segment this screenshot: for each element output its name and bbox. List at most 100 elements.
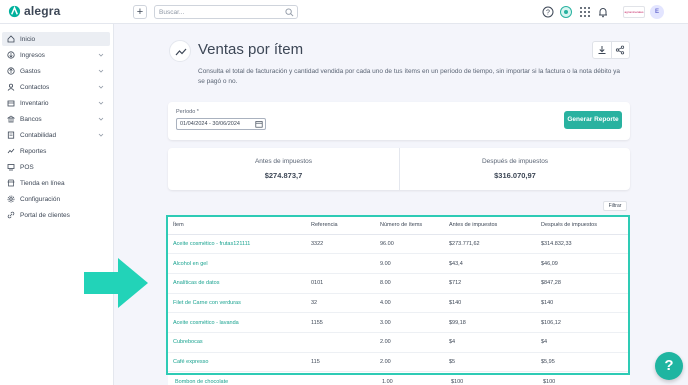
column-header-after-tax[interactable]: Después de impuestos bbox=[536, 217, 628, 235]
pos-icon bbox=[7, 164, 15, 171]
contacts-icon bbox=[7, 83, 15, 91]
sidebar-item-contabilidad[interactable]: Contabilidad bbox=[2, 128, 110, 142]
assistant-icon[interactable] bbox=[560, 6, 572, 18]
table-row: Aceite cosmético - frutas121111 3322 96.… bbox=[168, 234, 628, 255]
after-tax-cell: $46,09 bbox=[536, 253, 628, 274]
quantity-cell: 3.00 bbox=[375, 312, 444, 333]
sidebar-item-bancos[interactable]: Bancos bbox=[2, 112, 110, 126]
before-tax-cell: $100 bbox=[451, 379, 464, 385]
sidebar-item-portal[interactable]: Portal de clientes bbox=[2, 208, 110, 222]
sidebar-item-label: Reportes bbox=[20, 147, 47, 155]
total-after-tax: Después de impuestos $316.070,97 bbox=[399, 148, 630, 190]
quantity-cell: 1.00 bbox=[382, 379, 393, 385]
download-icon bbox=[598, 46, 606, 54]
column-header-item[interactable]: Ítem bbox=[168, 217, 306, 235]
sidebar-item-label: Ingresos bbox=[20, 51, 45, 59]
column-header-quantity[interactable]: Número de ítems bbox=[375, 217, 444, 235]
sidebar-item-label: Inventario bbox=[20, 99, 49, 107]
quantity-cell: 4.00 bbox=[375, 293, 444, 314]
column-header-before-tax[interactable]: Antes de impuestos bbox=[444, 217, 536, 235]
home-icon bbox=[7, 35, 15, 43]
sidebar-item-contactos[interactable]: Contactos bbox=[2, 80, 110, 94]
alegra-logo[interactable]: alegra bbox=[8, 4, 61, 18]
sidebar-item-inicio[interactable]: Inicio bbox=[2, 32, 110, 46]
sidebar-item-configuracion[interactable]: Configuración bbox=[2, 192, 110, 206]
before-tax-cell: $5 bbox=[444, 352, 536, 373]
quantity-cell: 96.00 bbox=[375, 234, 444, 255]
item-link[interactable]: Bombon de chocolate bbox=[175, 379, 228, 385]
search-icon bbox=[285, 8, 294, 17]
help-circle-icon[interactable]: ? bbox=[542, 6, 554, 18]
after-tax-cell: $847,28 bbox=[536, 273, 628, 294]
chevron-down-icon bbox=[98, 117, 104, 121]
pointer-arrow-icon bbox=[84, 258, 148, 308]
accounting-icon bbox=[7, 131, 15, 139]
main-content: Ventas por ítem Consulta el total de fac… bbox=[114, 24, 688, 385]
chevron-down-icon bbox=[98, 133, 104, 137]
quantity-cell: 9.00 bbox=[375, 253, 444, 274]
header-actions bbox=[592, 41, 630, 59]
sidebar-item-ingresos[interactable]: Ingresos bbox=[2, 48, 110, 62]
help-chat-button[interactable]: ? bbox=[655, 352, 683, 380]
alegra-logo-icon bbox=[8, 5, 21, 17]
sidebar-item-pos[interactable]: POS bbox=[2, 160, 110, 174]
bank-icon bbox=[7, 115, 15, 123]
sidebar-item-inventario[interactable]: Inventario bbox=[2, 96, 110, 110]
column-header-reference[interactable]: Referencia bbox=[306, 217, 375, 235]
sidebar-item-reportes[interactable]: Reportes bbox=[2, 144, 110, 158]
item-link[interactable]: Café expresso bbox=[168, 352, 306, 373]
apps-grid-icon[interactable] bbox=[579, 6, 591, 18]
reference-cell: 1155 bbox=[306, 312, 375, 333]
sidebar-item-tienda[interactable]: Tienda en línea bbox=[2, 176, 110, 190]
item-link[interactable]: Filet de Carne con verduras bbox=[168, 293, 306, 314]
trend-icon bbox=[175, 48, 187, 56]
item-link[interactable]: Analíticas de datos bbox=[168, 273, 306, 294]
after-tax-cell: $140 bbox=[536, 293, 628, 314]
share-button[interactable] bbox=[610, 42, 630, 58]
item-link[interactable]: Cubrebocas bbox=[168, 332, 306, 353]
after-tax-cell: $100 bbox=[543, 379, 556, 385]
report-badge bbox=[169, 40, 191, 62]
after-tax-cell: $314.832,33 bbox=[536, 234, 628, 255]
income-icon bbox=[7, 51, 15, 59]
page-description: Consulta el total de facturación y canti… bbox=[198, 68, 621, 85]
download-button[interactable] bbox=[593, 42, 611, 58]
sidebar-item-label: Contabilidad bbox=[20, 131, 57, 139]
sidebar-item-gastos[interactable]: Gastos bbox=[2, 64, 110, 78]
expenses-icon bbox=[7, 67, 15, 75]
settings-icon bbox=[7, 195, 15, 203]
items-table: Ítem Referencia Número de ítems Antes de… bbox=[168, 217, 628, 373]
period-date-range-input[interactable]: 01/04/2024 - 30/06/2024 bbox=[176, 118, 266, 130]
total-before-tax-value: $274.873,7 bbox=[264, 171, 303, 180]
filter-button[interactable]: Filtrar bbox=[603, 201, 627, 211]
chevron-down-icon bbox=[98, 69, 104, 73]
sidebar-item-label: Tienda en línea bbox=[20, 179, 65, 187]
chevron-down-icon bbox=[98, 53, 104, 57]
before-tax-cell: $712 bbox=[444, 273, 536, 294]
svg-text:?: ? bbox=[546, 10, 550, 17]
reports-icon bbox=[7, 148, 15, 154]
item-link[interactable]: Alcohol en gel bbox=[168, 253, 306, 274]
totals-card: Antes de impuestos $274.873,7 Después de… bbox=[168, 148, 630, 190]
search-input[interactable]: Buscar... bbox=[154, 5, 298, 19]
company-logo[interactable]: agrominerales bbox=[623, 6, 645, 18]
avatar[interactable]: E bbox=[650, 5, 664, 19]
quantity-cell: 8.00 bbox=[375, 273, 444, 294]
generate-report-button[interactable]: Generar Reporte bbox=[564, 111, 622, 129]
item-link[interactable]: Aceite cosmético - lavanda bbox=[168, 312, 306, 333]
total-after-tax-label: Después de impuestos bbox=[481, 158, 549, 165]
quantity-cell: 2.00 bbox=[375, 352, 444, 373]
item-link[interactable]: Aceite cosmético - frutas121111 bbox=[168, 234, 306, 255]
add-button[interactable]: + bbox=[133, 5, 147, 19]
reference-cell: 32 bbox=[306, 293, 375, 314]
share-icon bbox=[616, 45, 625, 55]
bell-icon[interactable] bbox=[597, 6, 609, 18]
sidebar-item-label: POS bbox=[20, 163, 34, 171]
before-tax-cell: $99,18 bbox=[444, 312, 536, 333]
search-placeholder: Buscar... bbox=[159, 9, 185, 16]
before-tax-cell: $4 bbox=[444, 332, 536, 353]
reference-cell: 3322 bbox=[306, 234, 375, 255]
total-before-tax-label: Antes de impuestos bbox=[254, 158, 313, 165]
sidebar-item-label: Configuración bbox=[20, 195, 61, 203]
table-header-row: Ítem Referencia Número de ítems Antes de… bbox=[168, 217, 628, 235]
